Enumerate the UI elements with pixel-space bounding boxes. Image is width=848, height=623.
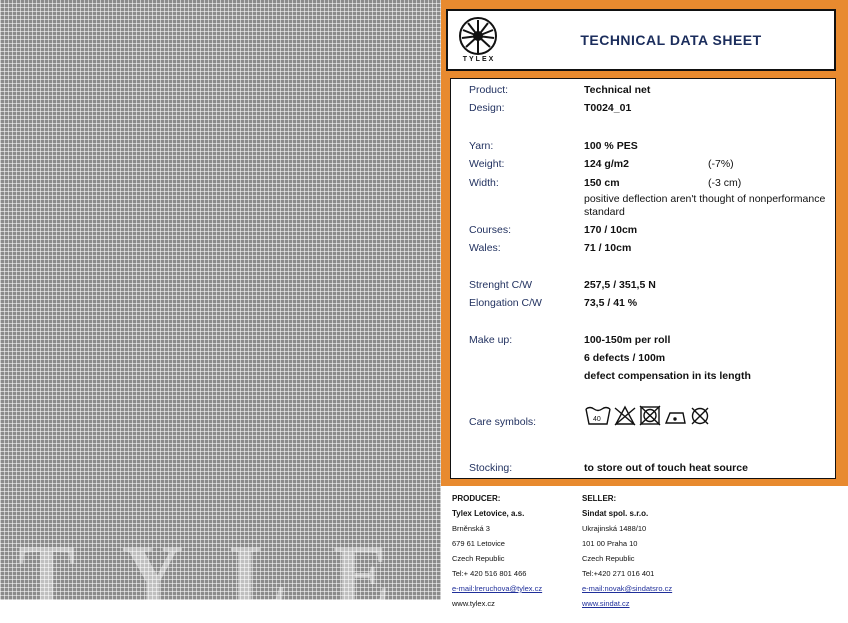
note-weight: (-7%) (708, 158, 734, 170)
label-courses: Courses: (469, 224, 512, 236)
label-make-up: Make up: (469, 334, 513, 346)
value-wales: 71 / 10cm (584, 242, 632, 254)
label-care-symbols: Care symbols: (469, 416, 537, 428)
seller-email-link[interactable]: e-mail:novak@sindatsro.cz (582, 581, 672, 596)
label-wales: Wales: (469, 242, 501, 254)
data-sheet-content: Product: Technical net Design: T0024_01 … (450, 78, 836, 479)
label-yarn: Yarn: (469, 140, 494, 152)
page-title: TECHNICAL DATA SHEET (580, 32, 762, 48)
value-product: Technical net (584, 84, 651, 96)
sheet-header: TYLEX TECHNICAL DATA SHEET (446, 9, 836, 71)
seller-block: SELLER: Sindat spol. s.r.o. Ukrajinská 1… (582, 491, 672, 611)
seller-name: Sindat spol. s.r.o. (582, 509, 649, 518)
no-bleach-icon (614, 405, 636, 426)
value-width: 150 cm (584, 177, 620, 189)
producer-block: PRODUCER: Tylex Letovice, a.s. Brněnská … (452, 491, 542, 611)
value-courses: 170 / 10cm (584, 224, 638, 236)
no-tumble-dry-icon (639, 405, 661, 426)
value-design: T0024_01 (584, 102, 632, 114)
tylex-logo-icon (459, 17, 497, 55)
logo-text: TYLEX (462, 56, 496, 63)
value-weight: 124 g/m2 (584, 158, 629, 170)
label-elongation: Elongation C/W (469, 297, 542, 309)
value-yarn: 100 % PES (584, 140, 638, 152)
seller-country: Czech Republic (582, 554, 635, 563)
value-make-up: 100-150m per roll (584, 334, 671, 346)
label-width: Width: (469, 177, 499, 189)
seller-street: Ukrajinská 1488/10 (582, 524, 647, 533)
value-defect-compensation: defect compensation in its length (584, 370, 751, 382)
label-weight: Weight: (469, 158, 505, 170)
seller-heading: SELLER: (582, 494, 617, 503)
note-width: (-3 cm) (708, 177, 742, 189)
label-stocking: Stocking: (469, 462, 513, 474)
seller-tel: Tel:+420 271 016 401 (582, 569, 655, 578)
value-stocking: to store out of touch heat source (584, 462, 748, 474)
producer-street: Brněnská 3 (452, 524, 490, 533)
wash-40-icon: 40 (585, 406, 611, 425)
label-strength: Strenght C/W (469, 279, 533, 291)
wash-temp-label: 40 (593, 416, 601, 423)
value-elongation: 73,5 / 41 % (584, 297, 638, 309)
fabric-sample-image (0, 0, 441, 600)
value-strength: 257,5 / 351,5 N (584, 279, 656, 291)
producer-web-link[interactable]: www.tylex.cz (452, 596, 542, 611)
seller-web-link[interactable]: www.sindat.cz (582, 596, 672, 611)
producer-name: Tylex Letovice, a.s. (452, 509, 525, 518)
no-dry-clean-icon (691, 407, 709, 425)
deflection-note: positive deflection aren't thought of no… (584, 193, 826, 218)
value-defects: 6 defects / 100m (584, 352, 666, 364)
producer-email-link[interactable]: e-mail:lreruchova@tylex.cz (452, 581, 542, 596)
producer-heading: PRODUCER: (452, 494, 501, 503)
producer-tel: Tel:+ 420 516 801 466 (452, 569, 527, 578)
label-product: Product: (469, 84, 509, 96)
producer-city: 679 61 Letovice (452, 539, 505, 548)
producer-country: Czech Republic (452, 554, 505, 563)
care-symbols: 40 (585, 405, 709, 426)
iron-low-icon (664, 412, 686, 424)
label-design: Design: (469, 102, 505, 114)
seller-city: 101 00 Praha 10 (582, 539, 638, 548)
